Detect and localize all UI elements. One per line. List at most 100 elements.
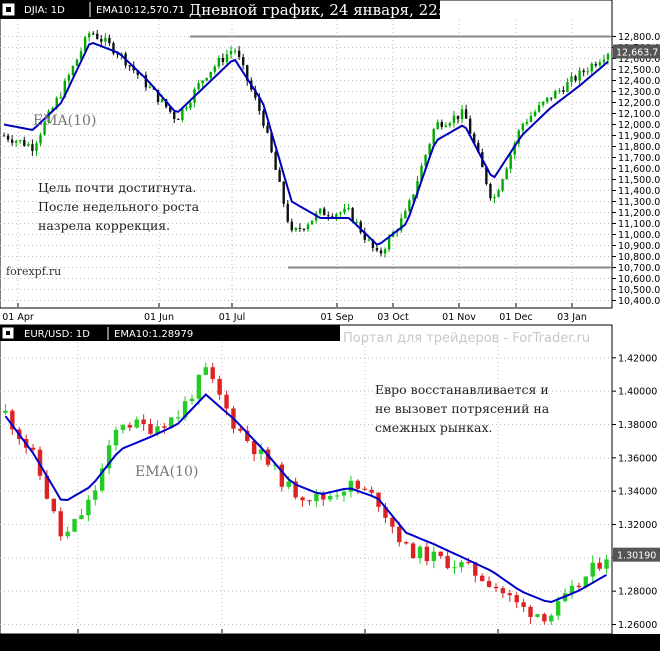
candle-body xyxy=(229,50,233,55)
candle-body xyxy=(209,71,212,78)
candle-body xyxy=(323,208,326,216)
y-tick-label: 10,700.0 xyxy=(618,263,660,274)
y-tick-label: 11,500.0 xyxy=(618,175,660,186)
candle-body xyxy=(189,398,195,402)
candle-body xyxy=(501,179,504,191)
candle-body xyxy=(224,394,229,409)
candle-body xyxy=(75,59,79,67)
candle-body xyxy=(597,562,602,569)
y-tick-label: 11,600.0 xyxy=(618,164,660,175)
candle-body xyxy=(554,91,557,99)
y-tick-label: 11,000.0 xyxy=(618,230,660,241)
candle-body xyxy=(241,57,245,66)
candle-body xyxy=(598,62,602,66)
candle-body xyxy=(566,81,569,92)
candle-body xyxy=(2,135,6,137)
candle-body xyxy=(334,495,340,497)
candle-body xyxy=(307,500,312,502)
candle-body xyxy=(237,50,241,58)
candle-body xyxy=(262,110,265,126)
candle-body xyxy=(72,519,77,532)
candle-body xyxy=(302,228,306,230)
candle-body xyxy=(606,54,610,60)
top-last-price: 12,663.7 xyxy=(616,47,658,58)
candle-body xyxy=(521,602,526,607)
candle-body xyxy=(134,419,139,428)
candle-body xyxy=(537,105,541,112)
x-tick-label: 03 Oct xyxy=(377,312,409,323)
candle-body xyxy=(318,208,322,214)
candle-body xyxy=(594,63,598,66)
y-tick-label: 12,000.0 xyxy=(618,120,660,131)
candle-body xyxy=(286,203,289,222)
candle-body xyxy=(274,152,277,170)
y-tick-label: 12,400.0 xyxy=(618,76,660,87)
y-tick-label: 11,400.0 xyxy=(618,186,660,197)
y-tick-label: 1.32000 xyxy=(618,520,657,531)
candle-body xyxy=(19,140,22,142)
candle-body xyxy=(459,562,464,568)
candle-body xyxy=(175,417,181,419)
candle-body xyxy=(562,90,565,92)
y-tick-label: 11,800.0 xyxy=(618,142,660,153)
top-ema-label: EMA10:12,570.71 xyxy=(96,5,185,16)
candle-body xyxy=(436,122,439,130)
candle-body xyxy=(417,546,423,559)
top-header-title: Дневной график, 24 января, 22:00 xyxy=(189,1,462,19)
candle-body xyxy=(355,221,358,223)
y-tick-label: 11,100.0 xyxy=(618,219,660,230)
bottom-chart-panel: EUR/USD: 1D EMA10:1.28979 Портал для тре… xyxy=(0,324,660,648)
candle-body xyxy=(533,111,537,117)
candle-body xyxy=(424,546,430,562)
candle-body xyxy=(339,212,342,215)
candle-body xyxy=(31,144,34,151)
top-plot-area xyxy=(0,0,613,309)
candle-body xyxy=(440,122,443,128)
y-tick-label: 1.34000 xyxy=(618,487,657,498)
x-tick-label: 01 Sep xyxy=(320,312,353,323)
candle-body xyxy=(514,595,519,603)
candle-body xyxy=(306,224,310,230)
y-tick-label: 10,400.0 xyxy=(618,296,660,307)
x-tick-label: 01 Nov xyxy=(442,312,476,323)
candle-body xyxy=(521,123,525,131)
candle-body xyxy=(266,125,269,133)
candle-body xyxy=(404,210,407,219)
candle-body xyxy=(225,54,229,63)
candle-body xyxy=(444,125,448,128)
bottom-ema-annotation: EMA(10) xyxy=(135,464,198,480)
candle-body xyxy=(58,511,63,537)
candle-body xyxy=(431,551,437,562)
candle-body xyxy=(448,123,452,126)
candle-body xyxy=(177,119,180,121)
candle-body xyxy=(298,227,302,229)
candle-body xyxy=(387,236,391,250)
candle-body xyxy=(403,542,409,544)
candle-body xyxy=(59,97,62,99)
candle-body xyxy=(23,140,26,146)
candle-body xyxy=(205,77,208,81)
y-tick-label: 1.38000 xyxy=(618,420,657,431)
candle-body xyxy=(294,227,298,231)
candle-body xyxy=(590,562,595,577)
candle-body xyxy=(464,109,468,119)
candle-body xyxy=(452,115,456,124)
bottom-symbol-label: EUR/USD: 1D xyxy=(24,329,90,340)
candle-body xyxy=(113,429,119,446)
candle-body xyxy=(507,593,513,596)
y-tick-label: 11,700.0 xyxy=(618,153,660,164)
candle-body xyxy=(586,71,589,73)
top-note-line-2: После недельного роста xyxy=(38,199,200,214)
candle-body xyxy=(535,614,540,617)
candle-body xyxy=(525,121,529,124)
candle-body xyxy=(529,116,533,122)
candle-body xyxy=(217,58,221,67)
candle-body xyxy=(10,139,14,143)
y-tick-label: 1.26000 xyxy=(618,620,657,631)
candle-body xyxy=(79,515,84,520)
candle-body xyxy=(286,481,291,487)
candle-body xyxy=(197,83,200,90)
candle-body xyxy=(341,491,347,496)
candle-body xyxy=(576,585,582,588)
candle-body xyxy=(335,214,338,218)
